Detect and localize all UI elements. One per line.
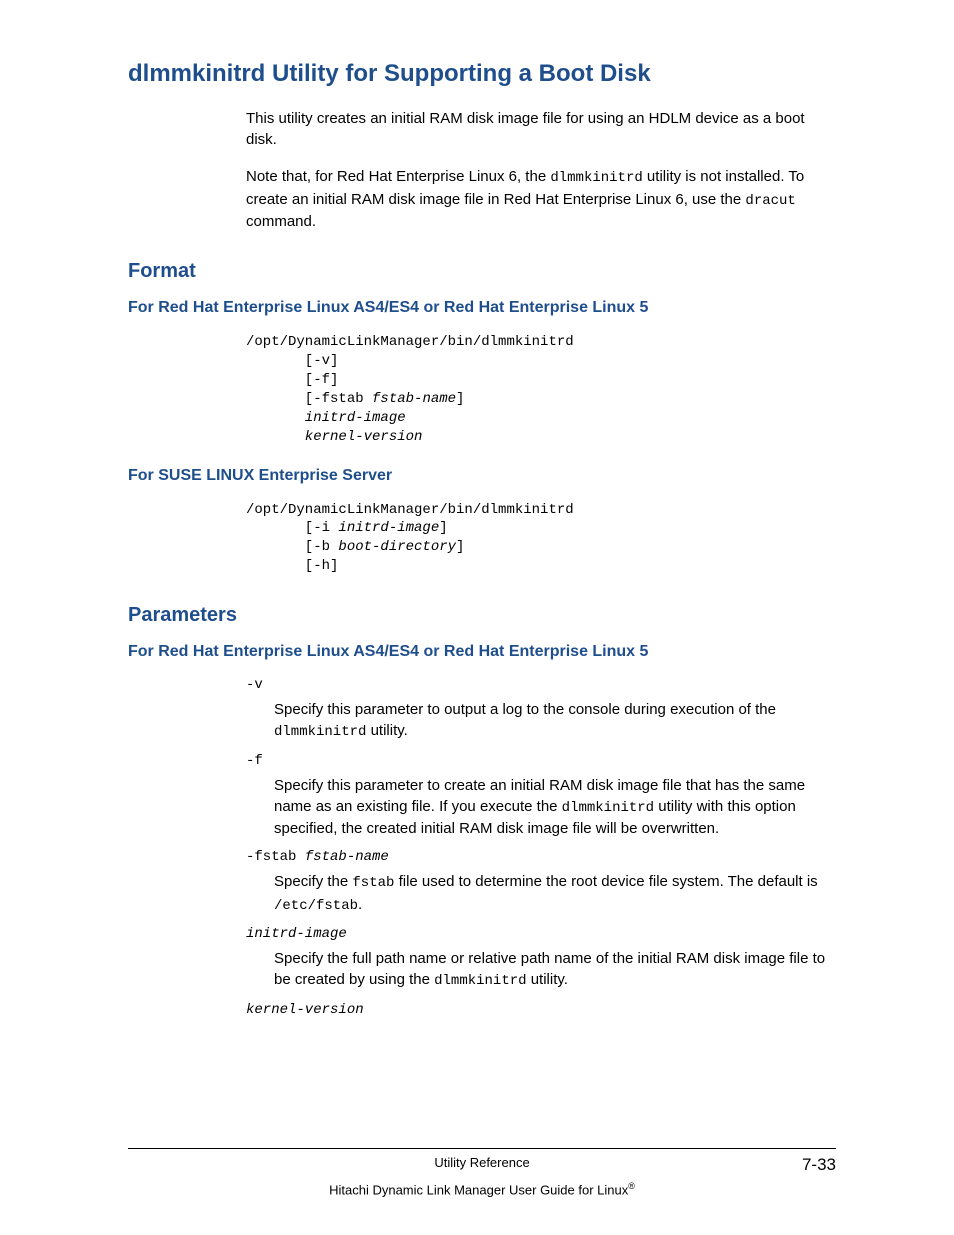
page-footer: Utility Reference 7-33 Hitachi Dynamic L…: [128, 1148, 836, 1197]
param-f-desc: Specify this parameter to create an init…: [274, 775, 836, 840]
code-italic: boot-directory: [338, 539, 456, 555]
format-rhel-heading: For Red Hat Enterprise Linux AS4/ES4 or …: [128, 299, 836, 317]
code-line: ]: [439, 520, 447, 536]
code-fragment: -fstab: [246, 849, 305, 865]
code-italic: initrd-image: [338, 520, 439, 536]
text-fragment: Specify this parameter to output a log t…: [274, 701, 776, 718]
param-f-term: -f: [246, 753, 836, 769]
footer-section-title: Utility Reference: [128, 1155, 836, 1170]
code-line: [-b: [246, 539, 338, 555]
param-initrd-desc: Specify the full path name or relative p…: [274, 948, 836, 992]
code-inline: /etc/fstab: [274, 898, 358, 914]
format-suse-heading: For SUSE LINUX Enterprise Server: [128, 467, 836, 485]
code-italic: initrd-image: [246, 410, 406, 426]
param-fstab-term: -fstab fstab-name: [246, 849, 836, 865]
text-fragment: file used to determine the root device f…: [394, 873, 817, 890]
code-inline: fstab: [352, 875, 394, 891]
page-title: dlmmkinitrd Utility for Supporting a Boo…: [128, 60, 836, 88]
text-fragment: Note that, for Red Hat Enterprise Linux …: [246, 168, 550, 185]
code-line: [-fstab: [246, 391, 372, 407]
code-line: ]: [456, 391, 464, 407]
code-inline: dlmmkinitrd: [434, 973, 526, 989]
registered-symbol: ®: [628, 1181, 635, 1191]
code-inline: dlmmkinitrd: [274, 724, 366, 740]
code-inline: dlmmkinitrd: [562, 800, 654, 816]
format-heading: Format: [128, 260, 836, 283]
code-line: /opt/DynamicLinkManager/bin/dlmmkinitrd: [246, 334, 574, 350]
code-line: ]: [456, 539, 464, 555]
code-line: /opt/DynamicLinkManager/bin/dlmmkinitrd: [246, 502, 574, 518]
code-italic: fstab-name: [305, 849, 389, 865]
parameters-rhel-heading: For Red Hat Enterprise Linux AS4/ES4 or …: [128, 643, 836, 661]
footer-line-1: Utility Reference 7-33: [128, 1148, 836, 1175]
param-fstab-desc: Specify the fstab file used to determine…: [274, 871, 836, 916]
text-fragment: command.: [246, 213, 316, 230]
parameter-list: -v Specify this parameter to output a lo…: [246, 677, 836, 1018]
format-suse-code: /opt/DynamicLinkManager/bin/dlmmkinitrd …: [246, 501, 836, 577]
code-italic: kernel-version: [246, 429, 422, 445]
code-inline: dlmmkinitrd: [550, 170, 642, 186]
code-line: [-v]: [246, 353, 338, 369]
format-rhel-code: /opt/DynamicLinkManager/bin/dlmmkinitrd …: [246, 333, 836, 446]
code-line: [-i: [246, 520, 338, 536]
code-italic: fstab-name: [372, 391, 456, 407]
text-fragment: Hitachi Dynamic Link Manager User Guide …: [329, 1182, 628, 1197]
text-fragment: Specify the: [274, 873, 352, 890]
text-fragment: utility.: [527, 971, 568, 988]
parameters-heading: Parameters: [128, 604, 836, 627]
param-initrd-term: initrd-image: [246, 926, 836, 942]
footer-doc-title: Hitachi Dynamic Link Manager User Guide …: [128, 1181, 836, 1197]
text-fragment: .: [358, 896, 362, 913]
intro-paragraph-1: This utility creates an initial RAM disk…: [246, 108, 836, 150]
intro-paragraph-2: Note that, for Red Hat Enterprise Linux …: [246, 166, 836, 232]
code-line: [-f]: [246, 372, 338, 388]
page-number: 7-33: [802, 1155, 836, 1175]
code-line: [-h]: [246, 558, 338, 574]
param-kernel-term: kernel-version: [246, 1002, 836, 1018]
text-fragment: utility.: [366, 722, 407, 739]
param-v-term: -v: [246, 677, 836, 693]
code-inline: dracut: [745, 193, 795, 209]
param-v-desc: Specify this parameter to output a log t…: [274, 699, 836, 743]
